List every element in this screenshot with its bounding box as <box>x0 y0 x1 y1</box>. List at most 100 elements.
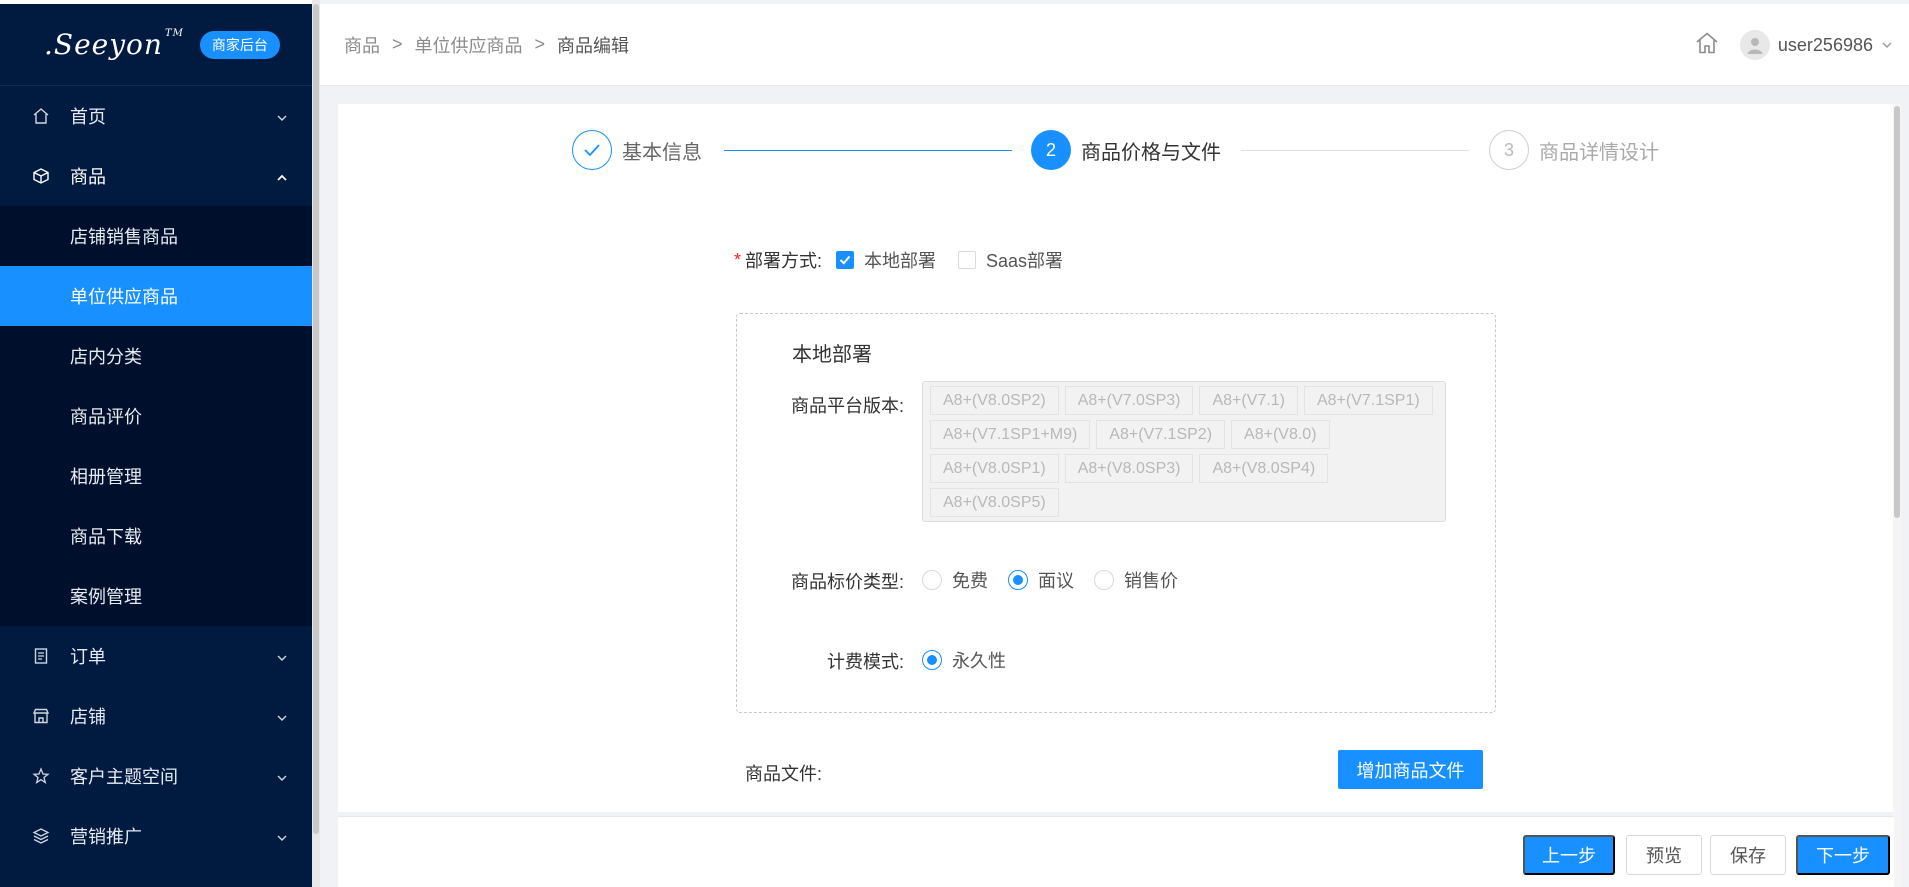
step-number: 3 <box>1489 130 1529 170</box>
logo-bar: .Seeyon TM 商家后台 <box>0 0 312 86</box>
step-price-and-files: 2 商品价格与文件 <box>1031 130 1221 170</box>
chevron-up-icon <box>276 168 288 189</box>
step-basic-info: 基本信息 <box>572 130 702 170</box>
next-step-button[interactable]: 下一步 <box>1796 835 1890 875</box>
checkbox-label: Saas部署 <box>986 251 1064 271</box>
version-tag[interactable]: A8+(V8.0SP2) <box>930 386 1059 415</box>
previous-step-button[interactable]: 上一步 <box>1523 835 1615 875</box>
page-scrollbar-thumb[interactable] <box>1894 106 1900 518</box>
user-menu[interactable]: user256986 <box>1739 30 1893 60</box>
star-icon <box>30 765 52 787</box>
sidebar-item-label: 订单 <box>70 647 106 667</box>
version-tag[interactable]: A8+(V7.1SP1+M9) <box>930 420 1091 449</box>
checkbox-checked-icon[interactable] <box>836 251 855 269</box>
sidebar-item-label: 商品 <box>70 167 106 187</box>
platform-version-label: 商品平台版本: <box>790 396 904 416</box>
sidebar-item-store-sales-products[interactable]: 店铺销售商品 <box>0 206 312 266</box>
version-tag[interactable]: A8+(V8.0SP4) <box>1199 454 1329 483</box>
sidebar-item-label: 首页 <box>70 107 106 127</box>
step-done-icon <box>572 130 612 170</box>
radio-label: 面议 <box>1038 571 1074 591</box>
sidebar-item-unit-supply-products[interactable]: 单位供应商品 <box>0 266 312 326</box>
sidebar-item-product-reviews[interactable]: 商品评价 <box>0 386 312 446</box>
chevron-down-icon <box>276 708 288 729</box>
checkbox-label: 本地部署 <box>864 251 937 271</box>
step-detail-design: 3 商品详情设计 <box>1489 130 1659 170</box>
radio-checked-icon[interactable] <box>1008 570 1028 590</box>
checkbox-local-deploy[interactable]: 本地部署 <box>836 247 936 273</box>
step-number: 2 <box>1031 130 1071 170</box>
breadcrumb-separator: > <box>534 34 546 54</box>
step-label: 基本信息 <box>622 141 702 164</box>
radio-label: 免费 <box>952 571 988 591</box>
version-tag[interactable]: A8+(V8.0SP1) <box>930 454 1059 483</box>
sidebar-item-store[interactable]: 店铺 <box>0 686 312 746</box>
sidebar-item-products[interactable]: 商品 <box>0 146 312 206</box>
platform-version-tags: A8+(V8.0SP2) A8+(V7.0SP3) A8+(V7.1) A8+(… <box>922 381 1446 522</box>
merchant-backend-badge: 商家后台 <box>199 30 280 59</box>
document-icon <box>30 645 52 667</box>
seeyon-logo: .Seeyon TM <box>44 28 184 61</box>
version-tag[interactable]: A8+(V8.0) <box>1231 420 1330 449</box>
version-tag[interactable]: A8+(V7.1) <box>1199 386 1298 415</box>
radio-unchecked-icon[interactable] <box>1094 570 1114 590</box>
version-tag[interactable]: A8+(V8.0SP5) <box>930 488 1059 517</box>
version-tag[interactable]: A8+(V8.0SP3) <box>1064 454 1194 483</box>
radio-free[interactable]: 免费 <box>922 567 988 593</box>
breadcrumb-item-current: 商品编辑 <box>557 35 630 56</box>
radio-checked-icon[interactable] <box>922 650 942 670</box>
sidebar-item-product-downloads[interactable]: 商品下载 <box>0 506 312 566</box>
preview-button[interactable]: 预览 <box>1626 835 1702 875</box>
sidebar-item-label: 店铺 <box>70 707 106 727</box>
step-label: 商品价格与文件 <box>1081 141 1221 164</box>
version-tag[interactable]: A8+(V7.1SP1) <box>1303 386 1433 415</box>
radio-permanent[interactable]: 永久性 <box>922 647 1006 673</box>
home-icon <box>30 105 52 127</box>
page-scrollbar[interactable] <box>1893 104 1901 887</box>
radio-negotiable[interactable]: 面议 <box>1008 567 1074 593</box>
step-connector-done <box>724 150 1012 151</box>
chevron-down-icon <box>276 768 288 789</box>
price-type-label: 商品标价类型: <box>790 572 904 592</box>
home-button[interactable] <box>1694 30 1720 61</box>
products-submenu: 店铺销售商品 单位供应商品 店内分类 商品评价 相册管理 商品下载 案例管理 <box>0 206 312 626</box>
sidebar-item-case-management[interactable]: 案例管理 <box>0 566 312 626</box>
sidebar-item-store-categories[interactable]: 店内分类 <box>0 326 312 386</box>
sidebar: .Seeyon TM 商家后台 首页 商品 店铺销售商品 单位供应商品 店内分类 … <box>0 0 312 887</box>
chevron-down-icon <box>276 828 288 849</box>
version-tag[interactable]: A8+(V7.1SP2) <box>1096 420 1226 449</box>
checkbox-saas-deploy[interactable]: Saas部署 <box>958 247 1063 273</box>
header-right: user256986 <box>1694 4 1893 86</box>
sidebar-item-album-management[interactable]: 相册管理 <box>0 446 312 506</box>
cube-icon <box>30 165 52 187</box>
radio-unchecked-icon[interactable] <box>922 570 942 590</box>
layers-icon <box>30 825 52 847</box>
product-files-label: 商品文件: <box>745 764 823 784</box>
chevron-down-icon <box>276 108 288 129</box>
sidebar-item-customer-theme-space[interactable]: 客户主题空间 <box>0 746 312 806</box>
breadcrumb-item-unit-supply-products[interactable]: 单位供应商品 <box>415 32 523 58</box>
sidebar-scrollbar[interactable] <box>312 0 320 887</box>
add-product-file-button[interactable]: 增加商品文件 <box>1338 750 1483 789</box>
version-tag[interactable]: A8+(V7.0SP3) <box>1064 386 1194 415</box>
step-label: 商品详情设计 <box>1539 141 1659 164</box>
save-button[interactable]: 保存 <box>1710 835 1786 875</box>
required-mark: * <box>734 249 742 270</box>
chevron-down-icon <box>276 648 288 669</box>
sidebar-item-marketing[interactable]: 营销推广 <box>0 806 312 866</box>
checkbox-unchecked-icon[interactable] <box>958 251 977 269</box>
avatar <box>1739 30 1770 60</box>
breadcrumb-item-products[interactable]: 商品 <box>344 32 380 58</box>
sidebar-item-orders[interactable]: 订单 <box>0 626 312 686</box>
radio-label: 永久性 <box>952 651 1006 671</box>
step-connector-pending <box>1241 150 1469 151</box>
radio-sale-price[interactable]: 销售价 <box>1094 567 1178 593</box>
sidebar-item-home[interactable]: 首页 <box>0 86 312 146</box>
chevron-down-icon <box>1881 35 1893 56</box>
breadcrumb: 商品 > 单位供应商品 > 商品编辑 <box>320 32 629 58</box>
deploy-mode-label: 部署方式: <box>745 251 823 271</box>
sidebar-scrollbar-thumb[interactable] <box>313 4 319 834</box>
deploy-mode-row: * 部署方式: 本地部署 Saas部署 <box>734 247 1063 273</box>
breadcrumb-separator: > <box>392 34 403 54</box>
billing-mode-label: 计费模式: <box>826 652 904 672</box>
